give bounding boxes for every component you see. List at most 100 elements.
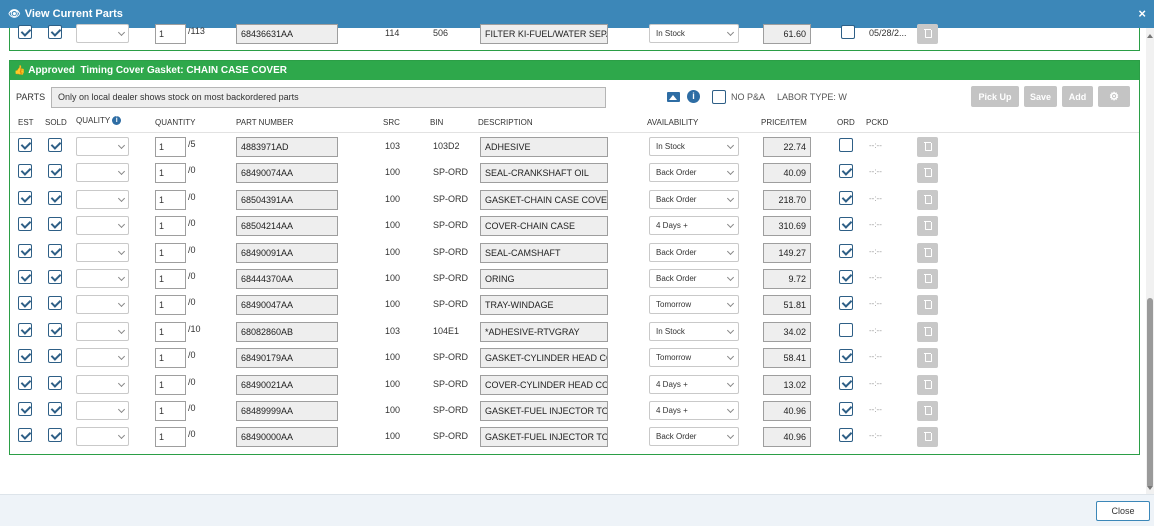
price-field[interactable]: 218.70 xyxy=(763,189,811,210)
quality-select[interactable] xyxy=(76,269,129,288)
description-field[interactable]: ORING xyxy=(480,269,608,289)
ord-checkbox[interactable] xyxy=(839,349,853,364)
est-checkbox[interactable] xyxy=(18,138,32,152)
ord-checkbox[interactable] xyxy=(841,25,855,39)
quantity-input[interactable]: 1 xyxy=(155,321,186,342)
description-field[interactable]: GASKET-FUEL INJECTOR TO \ xyxy=(480,427,608,448)
price-field[interactable]: 58.41 xyxy=(763,348,811,369)
sold-checkbox[interactable] xyxy=(48,217,62,232)
est-checkbox[interactable] xyxy=(18,296,32,311)
sold-checkbox[interactable] xyxy=(48,270,62,284)
info-icon[interactable]: i xyxy=(687,90,700,103)
availability-select[interactable]: In Stock xyxy=(649,137,739,156)
description-field[interactable]: SEAL-CAMSHAFT xyxy=(480,242,608,263)
est-checkbox[interactable] xyxy=(18,25,32,39)
availability-select[interactable]: 4 Days + xyxy=(649,216,739,236)
quantity-input[interactable]: 1 xyxy=(155,189,186,210)
ord-checkbox[interactable] xyxy=(839,375,853,390)
trash-icon[interactable] xyxy=(917,163,938,184)
description-field[interactable]: *ADHESIVE-RTVGRAY xyxy=(480,321,608,342)
scrollbar[interactable] xyxy=(1146,28,1154,494)
sold-checkbox[interactable] xyxy=(48,322,62,337)
quantity-input[interactable]: 1 xyxy=(155,401,186,421)
price-field[interactable]: 13.02 xyxy=(763,374,811,395)
part-number-field[interactable]: 68504391AA xyxy=(236,189,338,210)
quantity-input[interactable]: 1 xyxy=(155,348,186,369)
trash-icon[interactable] xyxy=(917,348,938,369)
quantity-input[interactable]: 1 xyxy=(155,374,186,395)
add-button[interactable]: Add xyxy=(1062,86,1093,107)
price-field[interactable]: 40.09 xyxy=(763,163,811,184)
description-field[interactable]: COVER-CYLINDER HEAD COV xyxy=(480,374,608,395)
est-checkbox[interactable] xyxy=(18,270,32,284)
trash-icon[interactable] xyxy=(917,269,938,289)
sold-checkbox[interactable] xyxy=(48,375,62,390)
price-field[interactable]: 22.74 xyxy=(763,137,811,157)
availability-select[interactable]: Tomorrow xyxy=(649,295,739,315)
price-field[interactable]: 61.60 xyxy=(763,24,811,44)
price-field[interactable]: 9.72 xyxy=(763,269,811,289)
part-number-field[interactable]: 68444370AA xyxy=(236,269,338,289)
sold-checkbox[interactable] xyxy=(48,349,62,364)
part-number-field[interactable]: 68504214AA xyxy=(236,216,338,237)
close-button[interactable]: Close xyxy=(1096,501,1150,521)
description-field[interactable]: ADHESIVE xyxy=(480,137,608,157)
ord-checkbox[interactable] xyxy=(839,270,853,284)
ord-checkbox[interactable] xyxy=(839,217,853,232)
no-pa-checkbox[interactable] xyxy=(712,90,726,104)
sold-checkbox[interactable] xyxy=(48,296,62,311)
save-button[interactable]: Save xyxy=(1024,86,1057,107)
close-icon[interactable]: × xyxy=(1138,6,1146,21)
quantity-input[interactable]: 1 xyxy=(155,295,186,316)
quality-select[interactable] xyxy=(76,24,129,43)
sold-checkbox[interactable] xyxy=(48,402,62,416)
ord-checkbox[interactable] xyxy=(839,402,853,416)
availability-select[interactable]: 4 Days + xyxy=(649,401,739,420)
scroll-thumb[interactable] xyxy=(1147,298,1153,488)
availability-select[interactable]: Back Order xyxy=(649,242,739,262)
quality-select[interactable] xyxy=(76,427,129,447)
sold-checkbox[interactable] xyxy=(48,138,62,152)
scroll-down-icon[interactable] xyxy=(1147,486,1153,490)
est-checkbox[interactable] xyxy=(18,375,32,390)
part-number-field[interactable]: 68490074AA xyxy=(236,163,338,184)
part-number-field[interactable]: 68490047AA xyxy=(236,295,338,316)
description-field[interactable]: GASKET-CYLINDER HEAD CO\ xyxy=(480,348,608,369)
availability-select[interactable]: Back Order xyxy=(649,189,739,209)
est-checkbox[interactable] xyxy=(18,428,32,443)
est-checkbox[interactable] xyxy=(18,349,32,364)
quality-select[interactable] xyxy=(76,295,129,315)
availability-select[interactable]: In Stock xyxy=(649,24,739,43)
trash-icon[interactable] xyxy=(917,295,938,316)
quality-select[interactable] xyxy=(76,163,129,183)
sold-checkbox[interactable] xyxy=(48,164,62,179)
trash-icon[interactable] xyxy=(917,427,938,448)
trash-icon[interactable] xyxy=(917,374,938,395)
sold-checkbox[interactable] xyxy=(48,243,62,258)
trash-icon[interactable] xyxy=(917,137,938,157)
part-number-field[interactable]: 68490179AA xyxy=(236,348,338,369)
ord-checkbox[interactable] xyxy=(839,243,853,258)
part-number-field[interactable]: 4883971AD xyxy=(236,137,338,157)
quantity-input[interactable]: 1 xyxy=(155,216,186,237)
quantity-input[interactable]: 1 xyxy=(155,163,186,184)
est-checkbox[interactable] xyxy=(18,217,32,232)
price-field[interactable]: 149.27 xyxy=(763,242,811,263)
image-icon[interactable] xyxy=(667,92,680,102)
info-icon[interactable]: i xyxy=(112,116,122,126)
scroll-up-icon[interactable] xyxy=(1147,34,1153,38)
sold-checkbox[interactable] xyxy=(48,428,62,443)
availability-select[interactable]: In Stock xyxy=(649,321,739,341)
availability-select[interactable]: Back Order xyxy=(649,269,739,288)
sold-checkbox[interactable] xyxy=(48,25,62,39)
trash-icon[interactable] xyxy=(917,321,938,342)
est-checkbox[interactable] xyxy=(18,243,32,258)
availability-select[interactable]: Back Order xyxy=(649,163,739,183)
description-field[interactable]: GASKET-CHAIN CASE COVER xyxy=(480,189,608,210)
quality-select[interactable] xyxy=(76,374,129,394)
ord-checkbox[interactable] xyxy=(839,322,853,337)
part-number-field[interactable]: 68489999AA xyxy=(236,401,338,421)
quality-select[interactable] xyxy=(76,348,129,368)
price-field[interactable]: 40.96 xyxy=(763,427,811,448)
price-field[interactable]: 34.02 xyxy=(763,321,811,342)
